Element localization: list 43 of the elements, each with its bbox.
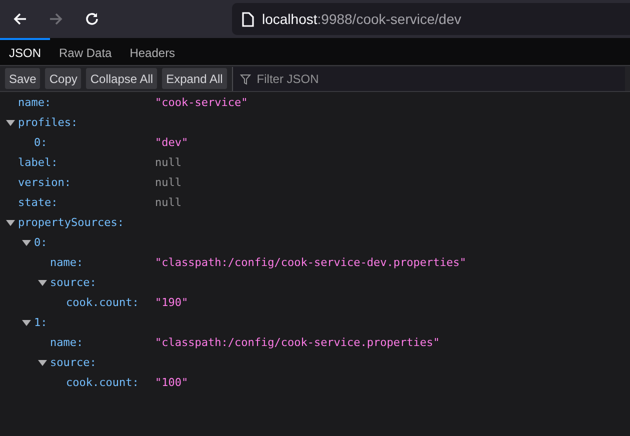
- json-key: 0:: [34, 134, 48, 152]
- viewer-tab[interactable]: Headers: [120, 38, 184, 65]
- json-value: null: [155, 194, 182, 211]
- json-key: state:: [18, 194, 58, 212]
- json-key: name:: [50, 334, 84, 352]
- page-icon: [242, 12, 254, 26]
- json-key: name:: [50, 254, 84, 272]
- toolbar-button[interactable]: Save: [5, 68, 40, 89]
- address-text: localhost:9988/cook-service/dev: [262, 10, 462, 28]
- toolbar-button[interactable]: Copy: [45, 68, 82, 89]
- address-bar[interactable]: localhost:9988/cook-service/dev: [232, 3, 630, 35]
- json-key: label:: [18, 154, 58, 172]
- json-value: "dev": [155, 134, 188, 151]
- json-key: propertySources:: [18, 214, 124, 232]
- json-value: "classpath:/config/cook-service-dev.properties": [155, 254, 466, 271]
- json-value: "190": [155, 294, 188, 311]
- json-key: 0:: [34, 234, 48, 252]
- json-key: name:: [18, 94, 52, 112]
- expanded-caret-icon[interactable]: [22, 320, 31, 326]
- json-value: null: [155, 174, 182, 191]
- json-key: source:: [50, 274, 96, 292]
- json-value: null: [155, 154, 182, 171]
- json-value: "classpath:/config/cook-service.properties": [155, 334, 440, 351]
- back-icon[interactable]: [12, 11, 28, 27]
- json-key: 1:: [34, 314, 48, 332]
- json-value: "cook-service": [155, 94, 248, 111]
- filter-icon: [240, 74, 251, 84]
- expanded-caret-icon[interactable]: [6, 120, 15, 126]
- expanded-caret-icon[interactable]: [22, 240, 31, 246]
- toolbar-button[interactable]: Collapse All: [86, 68, 158, 89]
- json-key: cook.count:: [66, 374, 139, 392]
- json-key: version:: [18, 174, 71, 192]
- toolbar-button[interactable]: Expand All: [162, 68, 227, 89]
- json-value: "100": [155, 374, 188, 391]
- expanded-caret-icon[interactable]: [6, 220, 15, 226]
- reload-icon[interactable]: [84, 11, 100, 27]
- json-key: profiles:: [18, 114, 78, 132]
- expanded-caret-icon[interactable]: [38, 360, 47, 366]
- viewer-tab[interactable]: Raw Data: [50, 38, 121, 65]
- filter-field[interactable]: Filter JSON: [232, 66, 625, 90]
- json-key: source:: [50, 354, 96, 372]
- json-key: cook.count:: [66, 294, 139, 312]
- expanded-caret-icon[interactable]: [38, 280, 47, 286]
